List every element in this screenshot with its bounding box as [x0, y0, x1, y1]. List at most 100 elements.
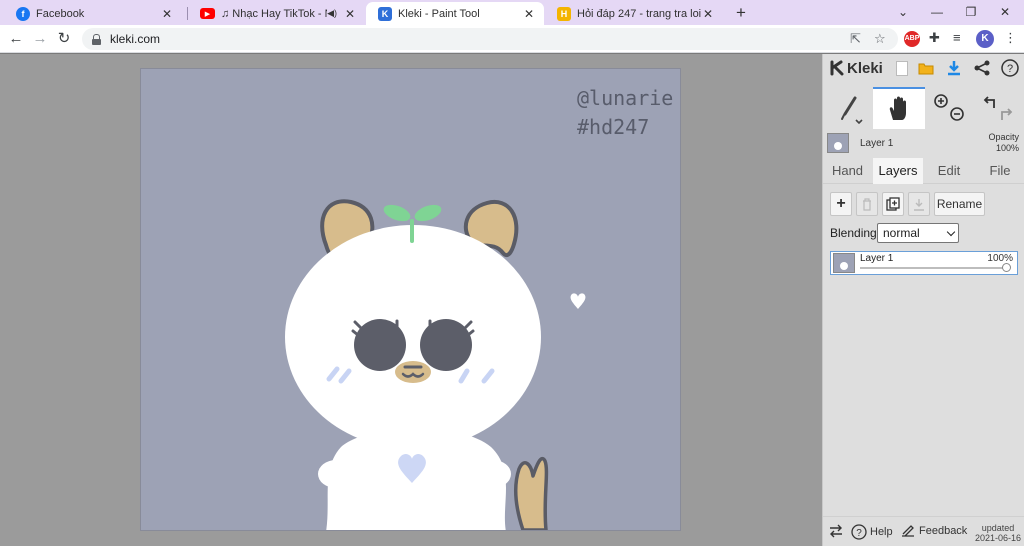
puzzle-icon[interactable]: ✚	[929, 30, 940, 46]
layer-thumbnail	[833, 253, 855, 273]
hoidap-icon: H	[557, 6, 571, 21]
close-tab-icon[interactable]: ✕	[343, 7, 357, 21]
updated-date: 2021-06-16	[974, 533, 1021, 543]
tab-search-icon[interactable]: ⌄	[888, 3, 918, 21]
tab-hand[interactable]: Hand	[823, 158, 872, 184]
zoom-icon	[934, 94, 964, 121]
new-image-icon[interactable]	[893, 59, 911, 77]
forward-button[interactable]: →	[29, 29, 51, 49]
download-icon[interactable]	[945, 59, 963, 77]
help-icon[interactable]: ?	[1001, 59, 1019, 77]
back-button[interactable]: ←	[5, 29, 27, 49]
restore-button[interactable]: ❐	[956, 3, 986, 21]
undo-redo-button[interactable]	[975, 87, 1021, 129]
chevron-down-icon	[946, 227, 956, 237]
signature-handle: @lunarie	[577, 86, 674, 110]
hand-tool-button[interactable]	[873, 87, 925, 129]
merge-down-button[interactable]	[908, 192, 930, 216]
blending-label: Blending	[830, 226, 877, 240]
merge-down-icon	[914, 198, 924, 211]
opacity-value: 100%	[995, 143, 1019, 153]
new-tab-button[interactable]: +	[731, 3, 751, 23]
feedback-link[interactable]: Feedback	[901, 524, 967, 538]
sprout-leaf-left	[383, 204, 411, 222]
panel-footer: ? Help Feedback updated 2021-06-16	[823, 516, 1024, 546]
kleki-logo: Kleki	[830, 60, 883, 77]
brush-tool-button[interactable]	[831, 87, 871, 129]
tab-youtube[interactable]: ▶ ♫ Nhạc Hay TikTok - Nàng K ◀) ✕	[188, 2, 365, 25]
tab-strip: f Facebook ✕ ▶ ♫ Nhạc Hay TikTok - Nàng …	[0, 0, 1024, 25]
close-tab-icon[interactable]: ✕	[701, 7, 715, 21]
tab-title: Facebook	[36, 7, 85, 20]
url-text: kleki.com	[110, 32, 161, 46]
right-arm	[475, 460, 511, 488]
share-icon[interactable]	[973, 59, 991, 77]
panel-header: Kleki ?	[823, 54, 1024, 82]
close-tab-icon[interactable]: ✕	[522, 7, 536, 21]
canvas-workspace[interactable]: @lunarie #hd247	[0, 54, 822, 546]
swap-sides-icon[interactable]	[829, 524, 843, 538]
trash-icon	[863, 197, 871, 211]
address-bar[interactable]: kleki.com ⇱ ☆	[82, 28, 898, 50]
drawing-canvas[interactable]: @lunarie #hd247	[140, 68, 681, 531]
current-layer-opacity: Opacity 100%	[988, 132, 1019, 154]
tab-title: Hỏi đáp 247 - trang tra loi	[577, 7, 701, 20]
kleki-side-panel: Kleki ? Layer 1 Opacity 100% Hand Layers…	[822, 54, 1024, 546]
panel-tabs: Hand Layers Edit File	[823, 158, 1024, 184]
open-folder-icon[interactable]	[917, 59, 935, 77]
blending-value: normal	[883, 226, 920, 240]
updated-info: updated 2021-06-16	[975, 523, 1021, 543]
speaker-icon[interactable]: ◀)	[327, 8, 337, 19]
blending-select[interactable]: normal	[877, 223, 959, 243]
facebook-icon: f	[16, 6, 30, 21]
delete-layer-button[interactable]	[856, 192, 878, 216]
minimize-button[interactable]: —	[922, 3, 952, 21]
media-icon[interactable]: ≡	[953, 30, 961, 45]
layer-opacity-handle[interactable]	[1002, 263, 1011, 272]
layer-opacity-value: 100%	[987, 253, 1013, 264]
current-layer-header: Layer 1 Opacity 100%	[823, 131, 1024, 157]
svg-text:?: ?	[856, 528, 862, 539]
updated-label: updated	[981, 523, 1015, 533]
tab-hoidap[interactable]: H Hỏi đáp 247 - trang tra loi ✕	[545, 2, 723, 25]
close-tab-icon[interactable]: ✕	[160, 7, 174, 21]
hand-icon	[889, 96, 906, 120]
kleki-icon: K	[378, 6, 392, 21]
layer-opacity-slider[interactable]	[860, 267, 1008, 269]
rename-layer-button[interactable]: Rename	[934, 192, 985, 216]
undo-redo-icon	[983, 96, 1013, 120]
tab-layers[interactable]: Layers	[873, 158, 923, 184]
svg-text:?: ?	[1007, 63, 1013, 75]
duplicate-icon	[886, 197, 900, 211]
opacity-label: Opacity	[988, 132, 1019, 142]
tab-kleki[interactable]: K Kleki - Paint Tool ✕	[366, 2, 544, 25]
share-icon[interactable]: ⇱	[850, 31, 861, 47]
tab-edit[interactable]: Edit	[924, 158, 974, 184]
tab-facebook[interactable]: f Facebook ✕	[4, 2, 182, 25]
add-layer-button[interactable]: +	[830, 192, 852, 216]
duplicate-layer-button[interactable]	[882, 192, 904, 216]
bookmark-star-icon[interactable]: ☆	[874, 31, 886, 47]
layer-list-item[interactable]: Layer 1 100%	[830, 251, 1018, 275]
tab-file[interactable]: File	[975, 158, 1024, 184]
tail	[514, 456, 549, 530]
help-link[interactable]: ? Help	[851, 524, 893, 540]
youtube-icon: ▶	[200, 8, 215, 19]
menu-kebab-icon[interactable]: ⋮	[1004, 30, 1017, 46]
help-circle-icon: ?	[851, 524, 867, 540]
profile-avatar[interactable]: K	[976, 30, 994, 48]
close-window-button[interactable]: ✕	[990, 3, 1020, 21]
reload-button[interactable]: ↻	[53, 29, 75, 49]
zoom-tool-button[interactable]	[927, 87, 971, 129]
abp-icon[interactable]: ABP	[904, 31, 920, 47]
feedback-icon	[902, 525, 914, 537]
layer-name: Layer 1	[860, 253, 894, 264]
tool-row	[823, 87, 1024, 129]
kleki-logo-icon	[830, 60, 844, 76]
head	[285, 225, 541, 449]
help-label: Help	[870, 526, 893, 538]
tab-title: Kleki - Paint Tool	[398, 7, 480, 20]
left-arm	[318, 460, 354, 488]
lock-icon	[92, 33, 101, 45]
floating-heart	[570, 293, 586, 309]
